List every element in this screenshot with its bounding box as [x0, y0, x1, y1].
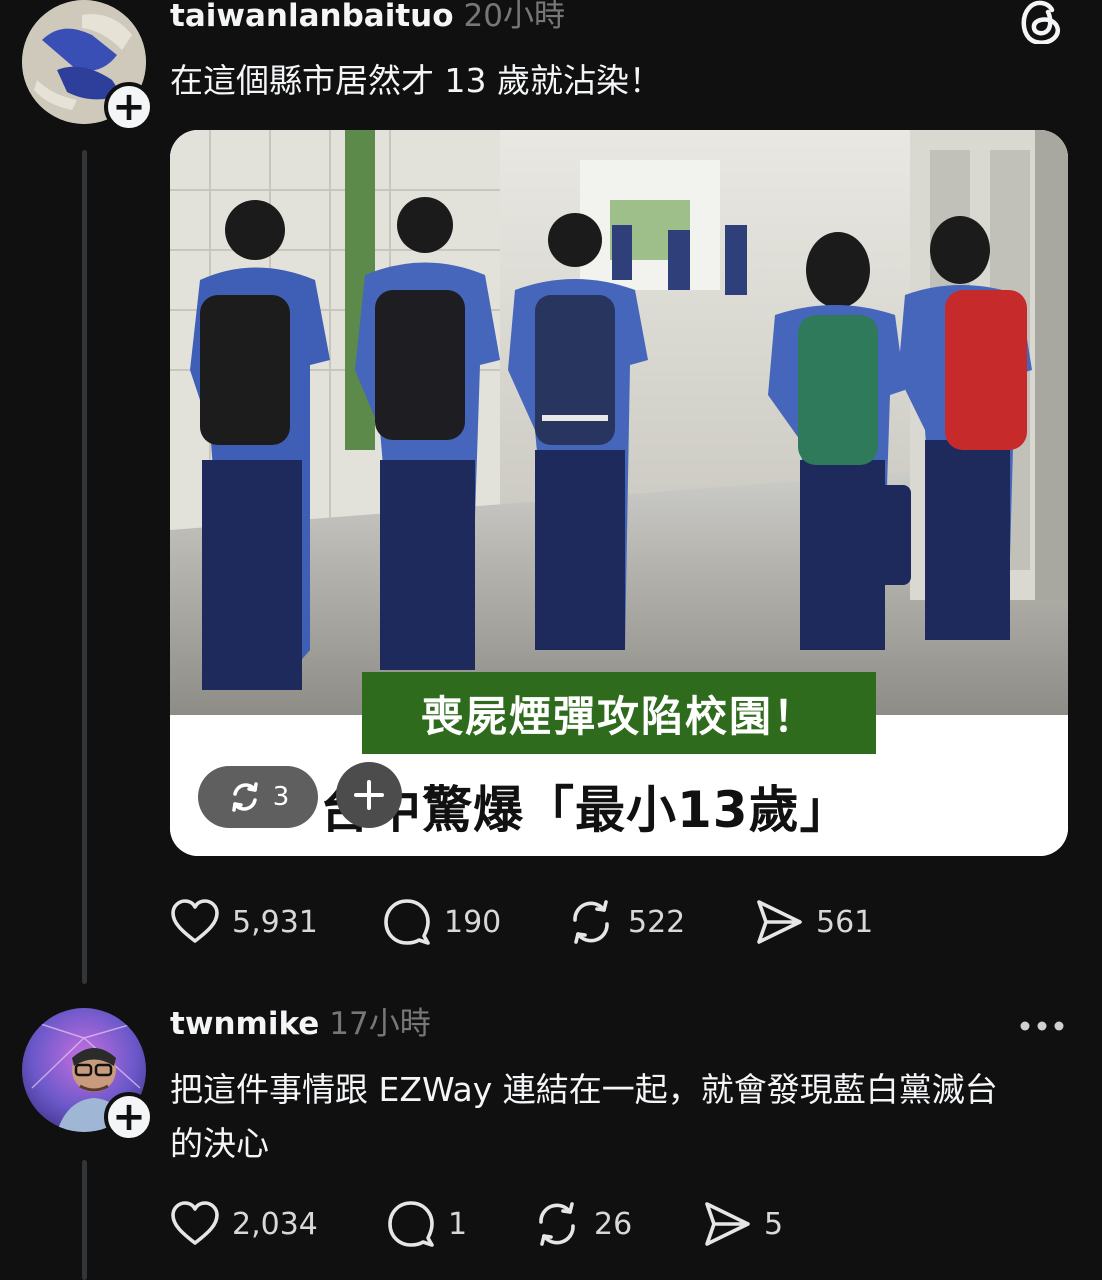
repost-count: 26 [594, 1206, 633, 1242]
add-button[interactable] [336, 762, 402, 828]
plus-icon: + [112, 84, 146, 130]
reply-count: 190 [444, 904, 502, 940]
repost-count: 3 [272, 782, 290, 812]
repost-button[interactable]: 26 [532, 1200, 632, 1248]
heart-icon [171, 1201, 219, 1245]
share-button[interactable]: 561 [754, 898, 873, 946]
post-text-line-2: 的決心 [170, 1124, 269, 1163]
share-icon [757, 900, 802, 944]
share-count: 5 [764, 1206, 784, 1242]
repost-icon [539, 1202, 575, 1246]
post-text-line-1: 把這件事情跟 EZWay 連結在一起，就會發現藍白黨滅台 [170, 1070, 998, 1109]
like-count: 2,034 [232, 1206, 318, 1242]
threads-logo-icon[interactable] [1016, 0, 1066, 45]
share-icon [705, 1202, 750, 1246]
post-text: 在這個縣市居然才 13 歲就沾染！ [170, 61, 662, 100]
comment-icon [388, 1201, 434, 1247]
follow-button[interactable]: + [104, 1092, 154, 1142]
post-time: 20小時 [463, 0, 565, 34]
heart-icon [171, 899, 219, 943]
comment-icon [384, 899, 430, 945]
school-corridor-photo [170, 130, 1068, 715]
plus-icon: + [112, 1094, 146, 1140]
share-button[interactable]: 5 [702, 1200, 783, 1248]
share-count: 561 [816, 904, 874, 940]
image-banner: 喪屍煙彈攻陷校園！ [362, 672, 876, 754]
thread-line [82, 1160, 87, 1280]
reply-button[interactable]: 190 [382, 898, 501, 946]
like-button[interactable]: 5,931 [170, 898, 318, 946]
post-username[interactable]: taiwanlanbaituo [170, 0, 454, 34]
follow-button[interactable]: + [104, 82, 154, 132]
repost-icon [231, 782, 258, 812]
thread-line [82, 150, 87, 984]
post-username[interactable]: twnmike [170, 1006, 319, 1042]
like-button[interactable]: 2,034 [170, 1200, 318, 1248]
more-icon[interactable] [1018, 1018, 1066, 1034]
reply-count: 1 [448, 1206, 468, 1242]
repost-icon [573, 900, 609, 944]
repost-count: 522 [628, 904, 686, 940]
reply-button[interactable]: 1 [386, 1200, 467, 1248]
plus-icon [354, 780, 384, 810]
post-time: 17小時 [329, 1006, 431, 1042]
repost-count-pill[interactable]: 3 [198, 766, 318, 828]
like-count: 5,931 [232, 904, 318, 940]
repost-button[interactable]: 522 [566, 898, 685, 946]
